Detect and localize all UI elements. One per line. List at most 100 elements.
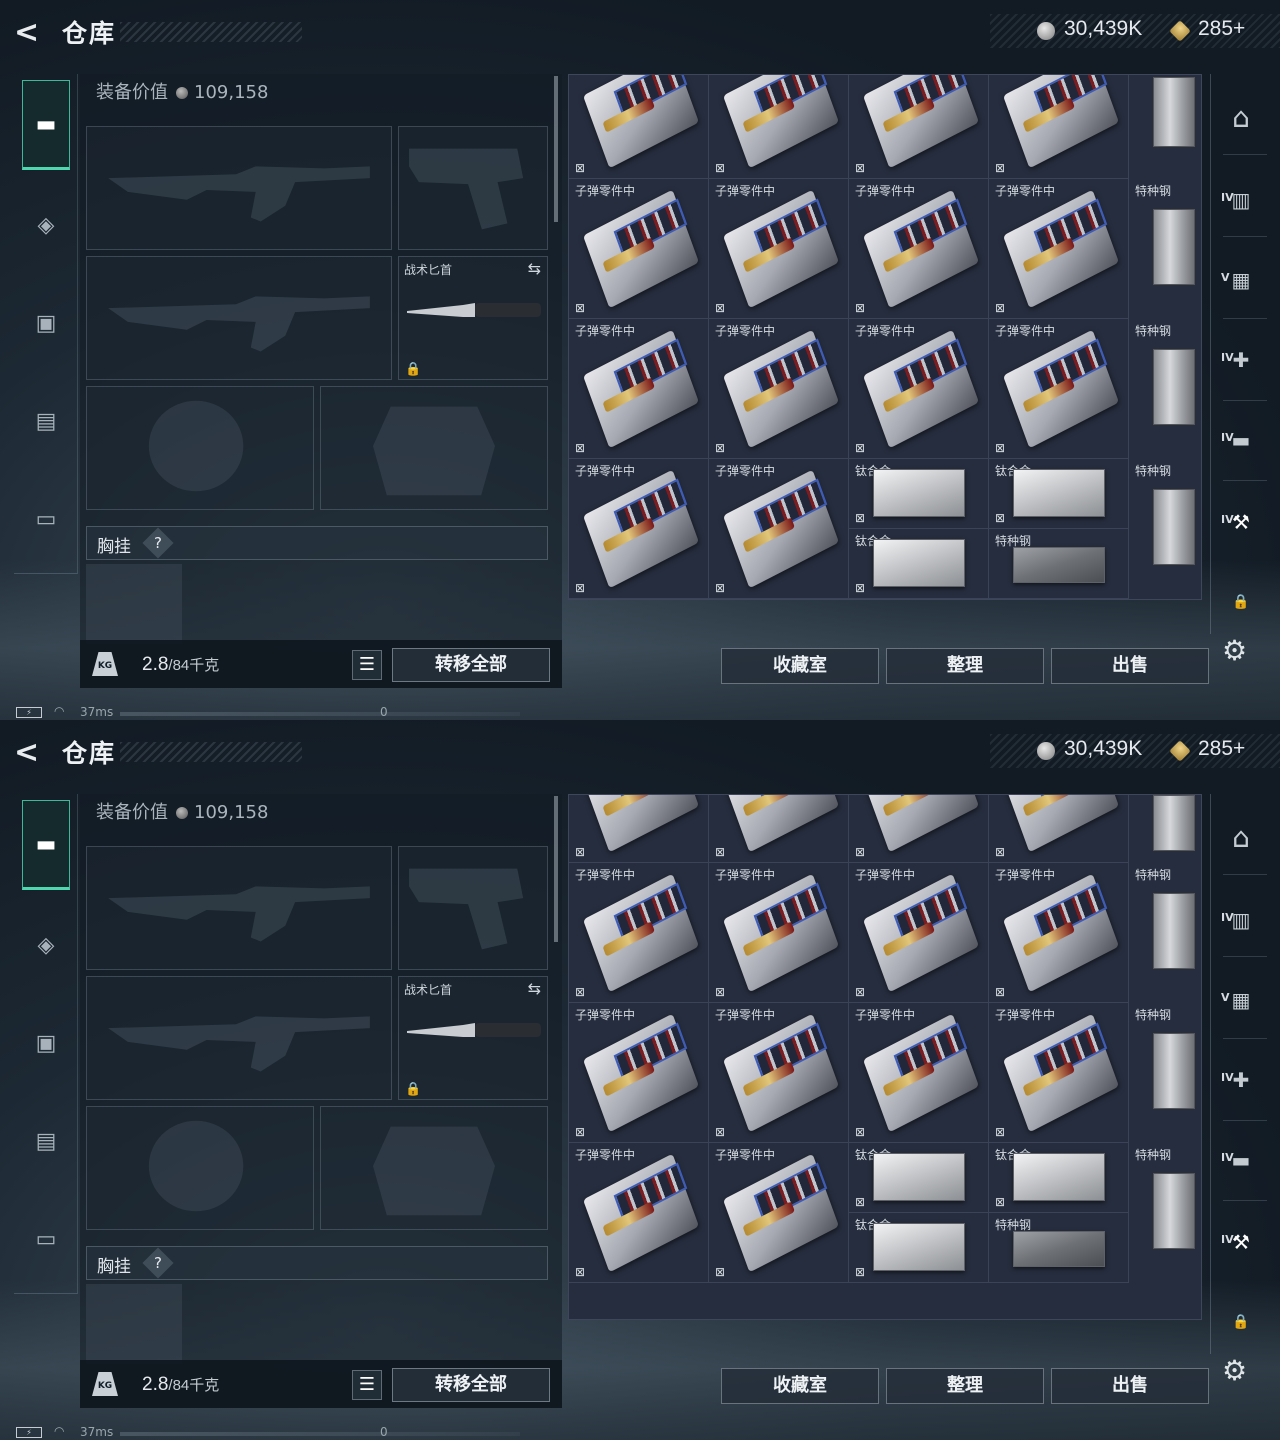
transfer-all-button[interactable]: 转移全部 bbox=[392, 648, 550, 682]
storage-cell[interactable]: 子弹零件中 ⊠ bbox=[569, 179, 709, 319]
storage-cell[interactable]: 子弹零件中 ⊠ bbox=[989, 319, 1129, 459]
swap-icon[interactable]: ⇆ bbox=[528, 979, 541, 998]
collection-room-button[interactable]: 收藏室 bbox=[721, 1368, 879, 1404]
storage-cell[interactable]: 子弹零件中 ⊠ bbox=[989, 863, 1129, 1003]
primary-weapon-slot[interactable] bbox=[86, 846, 392, 970]
storage-cell[interactable]: 钛合金⊠ bbox=[849, 459, 989, 529]
gold-balance[interactable]: 285+ bbox=[1198, 737, 1245, 761]
medkit-case-icon[interactable]: ▭ bbox=[22, 474, 70, 564]
help-icon[interactable]: ? bbox=[142, 527, 174, 559]
storage-cell[interactable]: 子弹零件中 ⊠ bbox=[569, 1143, 709, 1283]
melee-slot[interactable]: 战术匕首 ⇆ 🔒 bbox=[398, 976, 548, 1100]
storage-cell[interactable]: 子弹零件中 ⊠ bbox=[709, 319, 849, 459]
transfer-all-button[interactable]: 转移全部 bbox=[392, 1368, 550, 1402]
storage-cell[interactable]: 钛合金⊠ bbox=[989, 1143, 1129, 1213]
melee-slot[interactable]: 战术匕首 ⇆ 🔒 bbox=[398, 256, 548, 380]
storage-cell[interactable]: ⊠ bbox=[849, 795, 989, 863]
sell-button[interactable]: 出售 bbox=[1051, 1368, 1209, 1404]
storage-cell[interactable]: 子弹零件中 ⊠ bbox=[569, 459, 709, 599]
gold-balance[interactable]: 285+ bbox=[1198, 17, 1245, 41]
storage-cell[interactable]: 子弹零件中 ⊠ bbox=[849, 319, 989, 459]
storage-cell[interactable]: 子弹零件中 ⊠ bbox=[989, 179, 1129, 319]
storage-cell[interactable]: 钛合金⊠ bbox=[849, 529, 989, 599]
back-arrow-icon[interactable]: < bbox=[14, 736, 48, 770]
storage-cell[interactable]: 子弹零件中 ⊠ bbox=[849, 179, 989, 319]
backpack-icon[interactable]: ▣ bbox=[22, 998, 70, 1088]
crafting-station-icon[interactable]: IV ⚒ bbox=[1219, 1222, 1263, 1262]
storage-cell[interactable]: 子弹零件中 ⊠ bbox=[709, 1003, 849, 1143]
pistol-icon[interactable]: ▬ bbox=[22, 800, 70, 890]
medical-case-icon[interactable]: IV ✚ bbox=[1219, 1060, 1263, 1100]
storage-cell[interactable]: 特种钢 bbox=[1129, 459, 1199, 599]
storage-cell[interactable]: ⊠ bbox=[709, 75, 849, 179]
equipment-scrollbar[interactable] bbox=[554, 796, 558, 942]
armor-slot[interactable] bbox=[320, 1106, 548, 1230]
workbench-icon[interactable]: IV ▬ bbox=[1219, 1140, 1263, 1180]
medical-case-icon[interactable]: IV ✚ bbox=[1219, 340, 1263, 380]
safe-camera-icon[interactable]: V ▦ bbox=[1219, 980, 1263, 1020]
storage-cell[interactable]: ⊠ bbox=[989, 75, 1129, 179]
help-icon[interactable]: ? bbox=[142, 1247, 174, 1279]
storage-cell[interactable]: 子弹零件中 ⊠ bbox=[849, 1003, 989, 1143]
chest-rig-row[interactable]: 胸挂 ? bbox=[86, 526, 548, 560]
secondary-weapon-slot[interactable] bbox=[86, 976, 392, 1100]
equipment-scrollbar[interactable] bbox=[554, 76, 558, 222]
armor-vest-icon[interactable]: ◈ bbox=[22, 180, 70, 270]
storage-cell[interactable]: 特种钢 bbox=[989, 529, 1129, 599]
list-icon[interactable]: ☰ bbox=[352, 1370, 382, 1400]
storage-cell[interactable]: 子弹零件中 ⊠ bbox=[569, 1003, 709, 1143]
storage-cell[interactable]: ⊠ bbox=[569, 795, 709, 863]
workbench-icon[interactable]: IV ▬ bbox=[1219, 420, 1263, 460]
storage-cell[interactable]: 子弹零件中 ⊠ bbox=[709, 863, 849, 1003]
settings-gear-icon[interactable]: ⚙ bbox=[1222, 634, 1247, 667]
storage-crate-icon[interactable]: IV ▥ bbox=[1219, 180, 1263, 220]
storage-cell[interactable]: 钛合金⊠ bbox=[849, 1143, 989, 1213]
sort-button[interactable]: 整理 bbox=[886, 648, 1044, 684]
safe-camera-icon[interactable]: V ▦ bbox=[1219, 260, 1263, 300]
equipment-value: 装备价值 109,158 bbox=[96, 798, 268, 824]
storage-cell[interactable]: 特种钢 bbox=[1129, 1143, 1199, 1319]
armor-slot[interactable] bbox=[320, 386, 548, 510]
helmet-slot[interactable] bbox=[86, 1106, 314, 1230]
storage-cell[interactable]: 子弹零件中 ⊠ bbox=[569, 319, 709, 459]
primary-weapon-slot[interactable] bbox=[86, 126, 392, 250]
rig-icon[interactable]: ▤ bbox=[22, 1096, 70, 1186]
storage-cell[interactable]: 子弹零件中 ⊠ bbox=[709, 1143, 849, 1283]
backpack-icon[interactable]: ▣ bbox=[22, 278, 70, 368]
storage-cell[interactable]: 特种钢 bbox=[989, 1213, 1129, 1283]
storage-cell[interactable]: ⊠ bbox=[849, 75, 989, 179]
medkit-case-icon[interactable]: ▭ bbox=[22, 1194, 70, 1284]
storage-cell[interactable]: 钛合金⊠ bbox=[849, 1213, 989, 1283]
arch-gate-icon[interactable]: ⌂ bbox=[1219, 98, 1263, 138]
rig-icon[interactable]: ▤ bbox=[22, 376, 70, 466]
storage-cell[interactable]: ⊠ bbox=[569, 75, 709, 179]
settings-gear-icon[interactable]: ⚙ bbox=[1222, 1354, 1247, 1387]
list-icon[interactable]: ☰ bbox=[352, 650, 382, 680]
swap-icon[interactable]: ⇆ bbox=[528, 259, 541, 278]
back-arrow-icon[interactable]: < bbox=[14, 16, 48, 50]
storage-cell[interactable]: ⊠ bbox=[709, 795, 849, 863]
armor-vest-icon[interactable]: ◈ bbox=[22, 900, 70, 990]
chest-rig-slot[interactable] bbox=[86, 564, 182, 644]
storage-cell[interactable]: 子弹零件中 ⊠ bbox=[569, 863, 709, 1003]
crafting-station-icon[interactable]: IV ⚒ bbox=[1219, 502, 1263, 542]
storage-cell[interactable]: 子弹零件中 ⊠ bbox=[709, 459, 849, 599]
secondary-weapon-slot[interactable] bbox=[86, 256, 392, 380]
storage-cell[interactable]: 子弹零件中 ⊠ bbox=[989, 1003, 1129, 1143]
arch-gate-icon[interactable]: ⌂ bbox=[1219, 818, 1263, 858]
storage-cell[interactable]: 子弹零件中 ⊠ bbox=[849, 863, 989, 1003]
collection-room-button[interactable]: 收藏室 bbox=[721, 648, 879, 684]
storage-cell[interactable]: 子弹零件中 ⊠ bbox=[709, 179, 849, 319]
chest-rig-row[interactable]: 胸挂 ? bbox=[86, 1246, 548, 1280]
pistol-slot[interactable] bbox=[398, 126, 548, 250]
unlocked-flag-icon: ⊠ bbox=[995, 845, 1006, 859]
storage-cell[interactable]: 钛合金⊠ bbox=[989, 459, 1129, 529]
pistol-slot[interactable] bbox=[398, 846, 548, 970]
sell-button[interactable]: 出售 bbox=[1051, 648, 1209, 684]
storage-cell[interactable]: ⊠ bbox=[989, 795, 1129, 863]
helmet-slot[interactable] bbox=[86, 386, 314, 510]
sort-button[interactable]: 整理 bbox=[886, 1368, 1044, 1404]
storage-crate-icon[interactable]: IV ▥ bbox=[1219, 900, 1263, 940]
pistol-icon[interactable]: ▬ bbox=[22, 80, 70, 170]
chest-rig-slot[interactable] bbox=[86, 1284, 182, 1364]
